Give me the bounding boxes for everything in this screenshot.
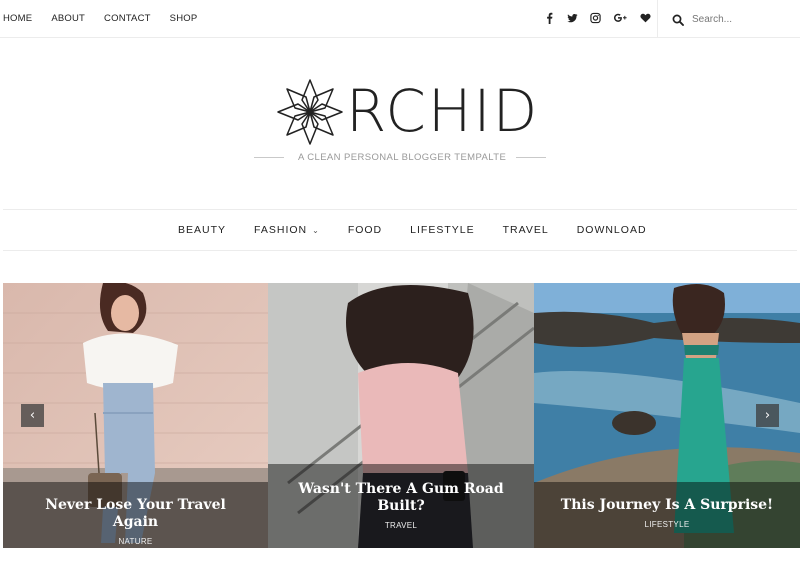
search-icon[interactable] xyxy=(672,13,684,26)
slide-category[interactable]: TRAVEL xyxy=(268,521,534,530)
slider-next-button[interactable]: › xyxy=(756,404,779,427)
nav-label: DOWNLOAD xyxy=(576,224,647,236)
search-input[interactable] xyxy=(692,10,792,28)
slider-prev-button[interactable]: ‹ xyxy=(21,404,44,427)
slide-title[interactable]: This Journey Is A Surprise! xyxy=(534,497,800,514)
heart-icon[interactable] xyxy=(640,11,651,23)
search-box xyxy=(657,0,800,38)
nav-item-download[interactable]: DOWNLOAD xyxy=(577,224,647,236)
tagline-divider-right xyxy=(516,157,546,158)
tagline-row: A CLEAN PERSONAL BLOGGER TEMPALTE xyxy=(254,151,546,165)
slide-caption: Wasn't There A Gum Road Built? TRAVEL xyxy=(268,464,534,548)
nav-label: FASHION xyxy=(254,224,308,236)
orchid-logo-mark xyxy=(277,79,343,145)
chevron-left-icon: ‹ xyxy=(29,408,36,423)
nav-item-travel[interactable]: TRAVEL xyxy=(503,224,549,236)
slide-title[interactable]: Wasn't There A Gum Road Built? xyxy=(268,481,534,515)
top-nav: HOME ABOUT CONTACT SHOP xyxy=(3,13,216,24)
chevron-right-icon: › xyxy=(764,408,771,423)
chevron-down-icon: ⌄ xyxy=(312,225,320,235)
nav-label: FOOD xyxy=(347,224,383,236)
nav-label: TRAVEL xyxy=(502,224,549,236)
social-links xyxy=(544,11,663,24)
tagline: A CLEAN PERSONAL BLOGGER TEMPALTE xyxy=(298,152,507,163)
slide-title[interactable]: Never Lose Your Travel Again xyxy=(3,497,268,531)
top-nav-shop[interactable]: SHOP xyxy=(170,13,198,24)
slide-2[interactable]: Wasn't There A Gum Road Built? TRAVEL xyxy=(268,283,534,548)
top-nav-home[interactable]: HOME xyxy=(3,13,32,24)
top-nav-contact[interactable]: CONTACT xyxy=(104,13,151,24)
top-bar: HOME ABOUT CONTACT SHOP xyxy=(0,0,800,38)
nav-label: BEAUTY xyxy=(178,224,227,236)
instagram-icon[interactable] xyxy=(590,11,601,24)
main-nav: BEAUTY FASHION ⌄ FOOD LIFESTYLE TRAVEL DO… xyxy=(3,209,797,251)
brand-name: RCHID xyxy=(346,77,540,145)
slide-category[interactable]: NATURE xyxy=(3,537,268,546)
top-nav-about[interactable]: ABOUT xyxy=(51,13,85,24)
slide-caption: Never Lose Your Travel Again NATURE xyxy=(3,482,268,548)
nav-label: LIFESTYLE xyxy=(410,224,475,236)
twitter-icon[interactable] xyxy=(567,11,578,23)
google-plus-icon[interactable] xyxy=(613,11,628,23)
slide-category[interactable]: LIFESTYLE xyxy=(534,520,800,529)
nav-item-food[interactable]: FOOD xyxy=(348,224,382,236)
featured-slider: Never Lose Your Travel Again NATURE Wasn… xyxy=(3,283,800,548)
nav-item-beauty[interactable]: BEAUTY xyxy=(178,224,226,236)
tagline-divider-left xyxy=(254,157,284,158)
facebook-icon[interactable] xyxy=(544,11,555,24)
nav-item-lifestyle[interactable]: LIFESTYLE xyxy=(410,224,474,236)
slide-caption: This Journey Is A Surprise! LIFESTYLE xyxy=(534,482,800,548)
site-logo[interactable]: RCHID xyxy=(276,77,537,148)
nav-item-fashion[interactable]: FASHION ⌄ xyxy=(254,224,320,236)
